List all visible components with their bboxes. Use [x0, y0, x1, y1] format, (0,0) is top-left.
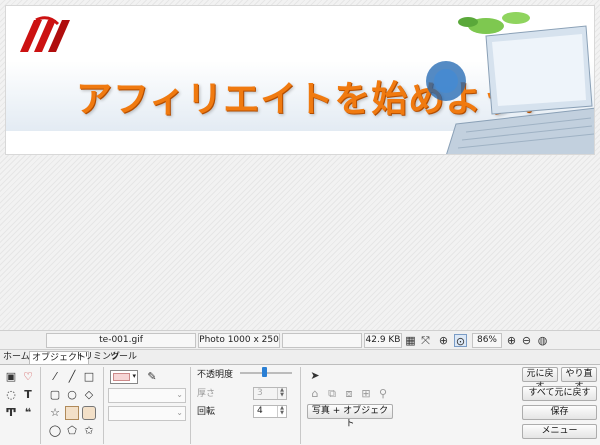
laptop-illustration: [426, 12, 594, 154]
image-canvas[interactable]: アフィリエイトを始めよう！: [0, 0, 600, 330]
opacity-label: 不透明度: [197, 370, 234, 380]
fill-style-select[interactable]: ⌄: [108, 406, 186, 421]
checkerboard-icon[interactable]: ▦: [404, 334, 417, 347]
zoom-actual-icon[interactable]: ⊕: [437, 334, 450, 347]
diamond-icon[interactable]: ◇: [82, 388, 96, 402]
info-icon[interactable]: ◍: [536, 334, 549, 347]
star-icon[interactable]: ☆: [48, 406, 62, 420]
filled-rounded-rect-icon[interactable]: [82, 406, 96, 420]
speech-bubble-icon[interactable]: ◌: [4, 388, 18, 402]
tab-home[interactable]: ホーム: [1, 351, 32, 364]
cylinder-icon: ⌂: [311, 387, 319, 400]
layer-back-icon: ⧈: [345, 387, 353, 400]
ellipse-icon[interactable]: ◯: [48, 424, 62, 438]
photo-object-button[interactable]: 写真 + オブジェクト: [307, 404, 393, 429]
zoom-level-display: 86%: [472, 333, 502, 348]
spinner-arrows-icon: ▲ ▼: [277, 388, 286, 399]
eyedropper-icon[interactable]: ✎: [145, 370, 159, 384]
text-frame-icon[interactable]: Ͳ: [4, 406, 18, 420]
status-bar: te-001.gif Photo 1000 x 250 42.9 KB ▦ ⤧ …: [0, 330, 600, 350]
separator: [40, 367, 41, 444]
redo-button[interactable]: やり直す: [561, 367, 597, 392]
separator: [190, 367, 191, 444]
magic-wand-icon[interactable]: ⁄: [48, 370, 62, 384]
layer-front-icon: ⧉: [328, 387, 336, 400]
chevron-down-icon: ▾: [132, 372, 136, 380]
line-icon[interactable]: ╱: [65, 370, 79, 384]
menu-button[interactable]: メニュー: [522, 424, 597, 439]
tab-tools[interactable]: ツール: [108, 351, 139, 364]
circle-icon[interactable]: ○: [65, 388, 79, 402]
thickness-value: 3: [257, 388, 263, 398]
cursor-icon[interactable]: ➤: [308, 369, 322, 383]
filled-rect-icon[interactable]: [65, 406, 79, 420]
dimensions-display: Photo 1000 x 250: [198, 333, 280, 348]
save-button[interactable]: 保存: [522, 405, 597, 420]
zoom-out-icon[interactable]: ⊖: [520, 334, 533, 347]
pentagon-icon[interactable]: ⬠: [65, 424, 79, 438]
undo-all-button[interactable]: すべて元に戻す: [522, 386, 597, 401]
ribbon-tabs: ホーム オブジェクト トリミング ツール: [0, 350, 600, 364]
spinner-arrows-icon[interactable]: ▲ ▼: [277, 406, 286, 417]
rotation-spinner[interactable]: 4 ▲ ▼: [253, 405, 287, 418]
rectangle-icon[interactable]: □: [82, 370, 96, 384]
opacity-slider-thumb[interactable]: [262, 367, 267, 377]
status-empty-cell: [282, 333, 362, 348]
fit-screen-icon[interactable]: ⤧: [419, 334, 432, 347]
color-picker[interactable]: ▾: [110, 370, 138, 384]
line-style-select[interactable]: ⌄: [108, 388, 186, 403]
rotation-value: 4: [257, 406, 263, 416]
text-icon[interactable]: T: [21, 388, 35, 402]
group-icon: ⊞: [361, 387, 371, 400]
object-panel: ▣ ♡ ◌ T Ͳ ❝ ⁄ ╱ □ ▢ ○ ◇ ☆ ◯ ⬠ ✩ ▾ ✎ ⌄ ⌄ …: [0, 364, 518, 445]
separator: [103, 367, 104, 444]
sticker-icon[interactable]: ♡: [21, 370, 35, 384]
align-icon: ⚲: [378, 387, 388, 400]
thickness-spinner: 3 ▲ ▼: [253, 387, 287, 400]
zoom-fit-icon[interactable]: ⊙: [454, 334, 467, 348]
zoom-in-icon[interactable]: ⊕: [505, 334, 518, 347]
brand-logo: [20, 16, 70, 52]
rounded-rect-icon[interactable]: ▢: [48, 388, 62, 402]
action-panel: 元に戻す やり直す すべて元に戻す 保存 メニュー: [518, 364, 600, 445]
rotation-label: 回転: [197, 407, 216, 417]
chevron-down-icon: ⌄: [176, 408, 183, 417]
undo-button[interactable]: 元に戻す: [522, 367, 558, 392]
thickness-label: 厚さ: [197, 389, 216, 399]
star-outline-icon[interactable]: ✩: [82, 424, 96, 438]
quote-icon[interactable]: ❝: [21, 406, 35, 420]
banner-image: アフィリエイトを始めよう！: [5, 5, 595, 155]
separator: [300, 367, 301, 444]
filesize-display: 42.9 KB: [364, 333, 402, 348]
image-insert-icon[interactable]: ▣: [4, 370, 18, 384]
chevron-down-icon: ⌄: [176, 390, 183, 399]
color-swatch: [113, 373, 130, 381]
filename-display: te-001.gif: [46, 333, 196, 348]
